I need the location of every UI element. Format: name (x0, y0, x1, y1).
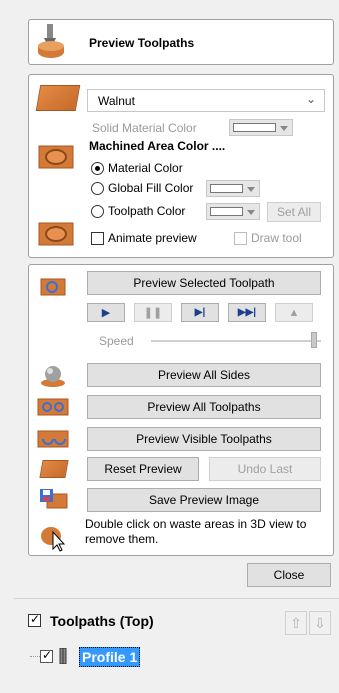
speed-slider-thumb[interactable] (311, 332, 317, 348)
toolpaths-visibility-checkbox[interactable]: ✓ (28, 612, 41, 627)
machined-area-heading: Machined Area Color .... (89, 139, 226, 153)
profile-tool-icon (59, 647, 67, 665)
chevron-down-icon: ⌄ (305, 92, 316, 106)
preview-selected-icon (39, 274, 67, 298)
toolpaths-title: Toolpaths (Top) (50, 613, 154, 629)
preview-all-toolpaths-icon (37, 395, 71, 419)
router-bit-icon (36, 24, 66, 60)
toolpath-color-picker[interactable] (206, 203, 260, 220)
play-icon: ▶ (101, 307, 111, 319)
reset-preview-button[interactable]: Reset Preview (87, 457, 199, 481)
draw-tool-checkbox[interactable] (234, 232, 247, 245)
waste-area-hint: Double click on waste areas in 3D view t… (85, 517, 307, 546)
material-select[interactable]: Walnut ⌄ (87, 89, 325, 112)
check-mark-icon: ✓ (30, 612, 41, 626)
skip-end-button[interactable]: ▲ (275, 303, 313, 322)
arrow-down-icon: ⇩ (314, 614, 326, 631)
step-button[interactable]: ▶| (181, 303, 219, 322)
arrow-up-icon: ⇧ (290, 614, 302, 631)
toolpath-item-profile-1[interactable]: Profile 1 (79, 647, 141, 667)
move-up-button[interactable]: ⇧ (285, 611, 307, 635)
speed-slider-track[interactable] (151, 340, 321, 342)
set-all-button[interactable]: Set All (267, 202, 321, 222)
skip-end-icon: ▲ (288, 306, 300, 319)
speed-label: Speed (99, 334, 134, 348)
header-panel: Preview Toolpaths (28, 19, 334, 65)
material-block-icon (35, 85, 81, 111)
undo-last-button[interactable]: Undo Last (209, 457, 321, 481)
animate-preview-label: Animate preview (108, 231, 197, 245)
check-mark-icon: ✓ (42, 648, 53, 662)
preview-visible-icon (37, 427, 71, 451)
solid-material-color-label: Solid Material Color (92, 121, 197, 135)
reset-preview-icon (39, 460, 69, 478)
material-select-value: Walnut (98, 94, 135, 108)
draw-tool-label: Draw tool (251, 231, 302, 245)
pause-button[interactable]: ❚❚ (134, 303, 172, 322)
pointer-icon (39, 522, 69, 552)
profile-1-checkbox[interactable]: ✓ (40, 648, 53, 663)
toolpath-item-label: Profile 1 (82, 649, 138, 665)
step-forward-icon: ▶| (194, 307, 206, 318)
preview-panel: Preview Selected Toolpath ▶ ❚❚ ▶| ▶▶| ▲ … (28, 264, 334, 556)
divider (14, 598, 339, 599)
animate-icon (38, 220, 74, 248)
move-down-button[interactable]: ⇩ (309, 611, 331, 635)
machined-area-icon (38, 143, 74, 171)
close-button[interactable]: Close (247, 563, 331, 587)
material-panel: Walnut ⌄ Solid Material Color Machined A… (28, 74, 334, 258)
tree-connector (30, 656, 40, 657)
pause-icon: ❚❚ (143, 307, 163, 319)
material-color-radio[interactable] (91, 162, 104, 175)
preview-all-sides-button[interactable]: Preview All Sides (87, 363, 321, 387)
global-fill-radio[interactable] (91, 182, 104, 195)
global-fill-label: Global Fill Color (108, 181, 194, 195)
preview-all-sides-icon (39, 363, 67, 389)
toolpath-color-label: Toolpath Color (108, 204, 186, 218)
save-image-icon (39, 488, 69, 512)
play-button[interactable]: ▶ (87, 303, 125, 322)
page-title: Preview Toolpaths (89, 36, 195, 50)
global-fill-color-picker[interactable] (206, 180, 260, 197)
preview-all-toolpaths-button[interactable]: Preview All Toolpaths (87, 395, 321, 419)
fast-forward-button[interactable]: ▶▶| (228, 303, 266, 322)
fast-forward-icon: ▶▶| (237, 307, 257, 318)
toolpath-color-radio[interactable] (91, 205, 104, 218)
save-preview-image-button[interactable]: Save Preview Image (87, 488, 321, 512)
solid-color-picker[interactable] (229, 119, 293, 136)
preview-selected-button[interactable]: Preview Selected Toolpath (87, 271, 321, 295)
preview-visible-button[interactable]: Preview Visible Toolpaths (87, 427, 321, 451)
material-color-label: Material Color (108, 161, 183, 175)
animate-preview-checkbox[interactable] (91, 232, 104, 245)
